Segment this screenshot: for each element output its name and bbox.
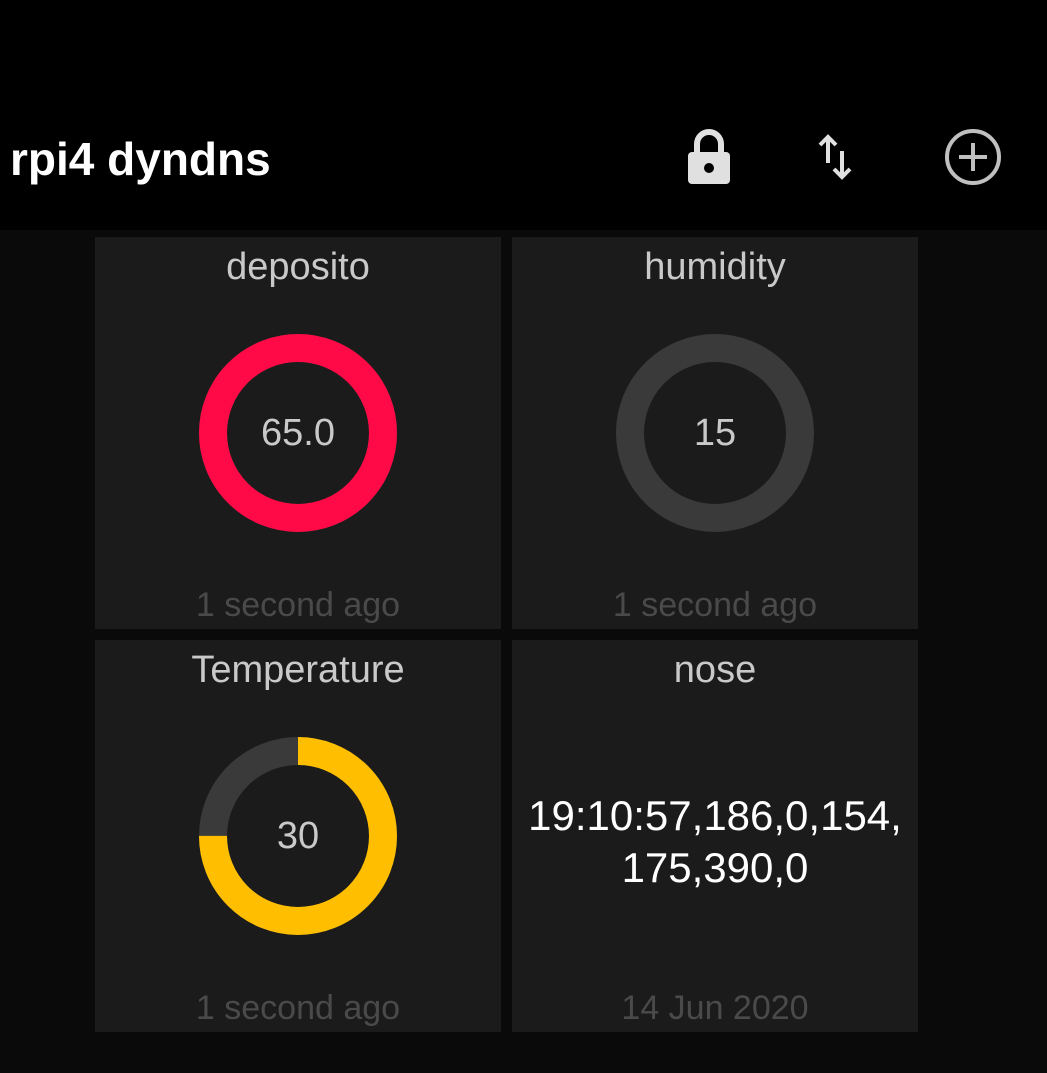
tile-timestamp: 1 second ago (612, 586, 818, 624)
page-title: rpi4 dyndns (10, 133, 271, 185)
sort-button[interactable] (804, 125, 868, 189)
gauge-value: 30 (276, 814, 320, 857)
tile-title: humidity (644, 246, 786, 288)
tile-deposito[interactable]: deposito 65.0 1 second ago (95, 237, 501, 629)
gauge-value: 65.0 (261, 411, 335, 454)
sort-icon (818, 134, 852, 180)
status-bar-area (0, 0, 1047, 90)
add-button[interactable] (941, 125, 1005, 189)
gauge-value: 15 (693, 411, 737, 454)
lock-button[interactable] (677, 125, 741, 189)
tile-humidity[interactable]: humidity 15 1 second ago (512, 237, 918, 629)
gauge: 65.0 (198, 333, 398, 533)
text-value: 19:10:57,186,0,154, 175,390,0 (512, 790, 918, 894)
text-value-line: 19:10:57,186,0,154, (528, 792, 902, 839)
gauge: 30 (198, 736, 398, 936)
gauge: 15 (615, 333, 815, 533)
tile-timestamp: 1 second ago (195, 989, 401, 1027)
tile-title: Temperature (191, 649, 405, 691)
tile-timestamp: 1 second ago (195, 586, 401, 624)
tile-temperature[interactable]: Temperature 30 1 second ago (95, 640, 501, 1032)
tile-timestamp: 14 Jun 2020 (621, 989, 809, 1027)
add-circle-icon (945, 129, 1001, 185)
tile-nose[interactable]: nose 19:10:57,186,0,154, 175,390,0 14 Ju… (512, 640, 918, 1032)
tile-title: nose (673, 649, 757, 691)
text-value-line: 175,390,0 (621, 844, 809, 891)
lock-icon (688, 129, 730, 184)
tile-title: deposito (226, 246, 370, 288)
